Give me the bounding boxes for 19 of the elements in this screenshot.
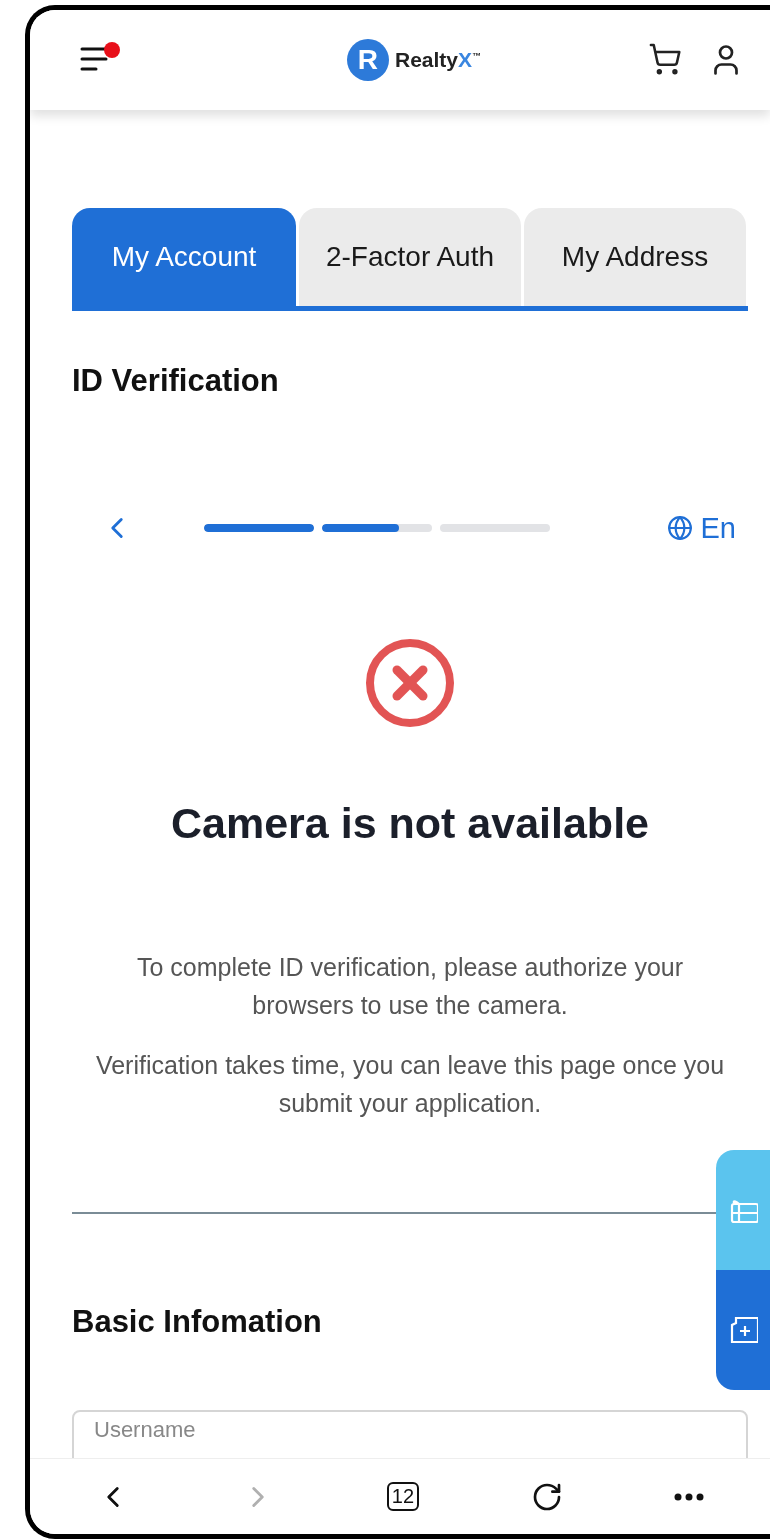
add-button[interactable] <box>716 1270 770 1390</box>
error-message: Verification takes time, you can leave this page once you submit your application. <box>94 1050 726 1119</box>
logo-text: RealtyX$^{™}$ <box>394 48 481 72</box>
logo-link[interactable]: R RealtyX$^{™}$ <box>346 39 481 81</box>
error-message: To complete ID verification, please authorize your browsers to use the camera. <box>135 952 685 1021</box>
error-icon <box>364 637 456 729</box>
tab[interactable]: My Account <box>72 208 296 306</box>
language-button[interactable]: En <box>666 511 736 545</box>
error-title: Camera is not available <box>171 799 649 848</box>
tab[interactable]: My Address <box>524 208 746 306</box>
tab[interactable]: 2-Factor Auth <box>299 208 521 306</box>
more-icon <box>674 1492 705 1501</box>
cart-icon <box>648 42 682 76</box>
logo-mark: R <box>346 39 389 81</box>
form-title: Basic Infomation <box>72 1304 322 1340</box>
section-title: ID Verification <box>72 363 280 399</box>
input-field[interactable]: Username <box>72 1410 748 1458</box>
add-card-icon <box>728 1315 758 1345</box>
globe-icon <box>666 515 693 541</box>
